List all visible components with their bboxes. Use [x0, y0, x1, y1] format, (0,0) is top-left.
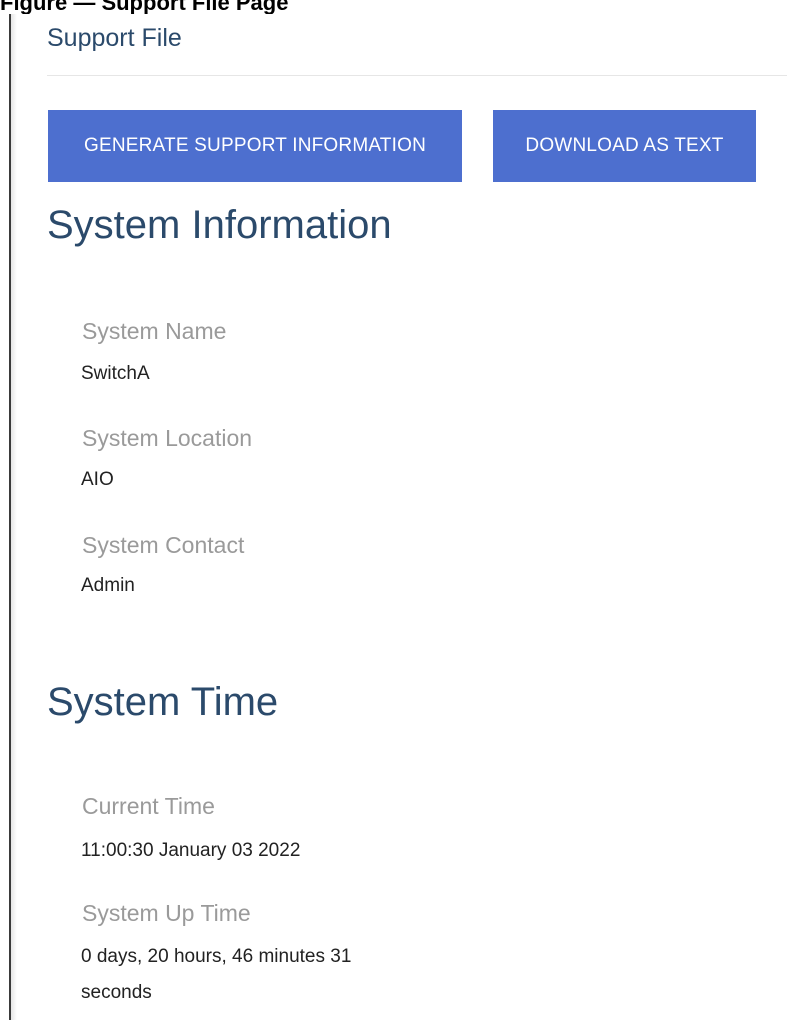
- panel-edge-shadow: [11, 14, 17, 1020]
- system-information-heading: System Information: [47, 203, 392, 247]
- system-name-label: System Name: [82, 318, 227, 344]
- system-up-time-label: System Up Time: [82, 900, 251, 926]
- download-as-text-button[interactable]: DOWNLOAD AS TEXT: [493, 110, 756, 182]
- system-name-value: SwitchA: [81, 363, 150, 384]
- system-contact-value: Admin: [81, 575, 135, 596]
- system-location-label: System Location: [82, 425, 253, 451]
- panel-title: Support File: [47, 24, 182, 52]
- generate-support-information-button[interactable]: GENERATE SUPPORT INFORMATION: [48, 110, 462, 182]
- current-time-value: 11:00:30 January 03 2022: [81, 840, 301, 861]
- system-location-value: AIO: [81, 469, 114, 490]
- system-contact-label: System Contact: [82, 532, 245, 558]
- title-divider: [47, 75, 787, 76]
- system-up-time-value: 0 days, 20 hours, 46 minutes 31 seconds: [81, 946, 352, 1003]
- current-time-label: Current Time: [82, 793, 215, 819]
- figure-caption: Figure — Support File Page: [0, 0, 289, 15]
- system-time-heading: System Time: [47, 680, 279, 724]
